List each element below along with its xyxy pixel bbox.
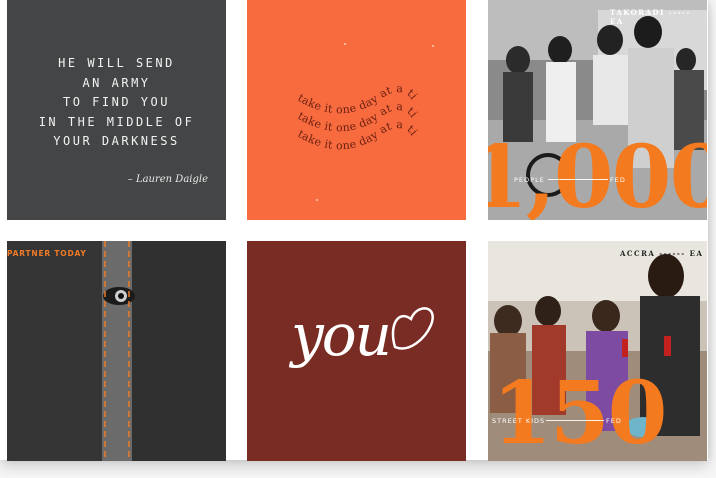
partner-label: PARTNER TODAY bbox=[7, 249, 87, 258]
grid-post-you[interactable]: you bbox=[247, 241, 466, 461]
you-script: you bbox=[291, 301, 392, 369]
impact-number: 150 bbox=[492, 363, 668, 461]
divider-line bbox=[548, 179, 608, 180]
heart-icon bbox=[391, 307, 434, 350]
location-label: TAKORADI ----- EA bbox=[610, 8, 691, 26]
impact-label-right: FED bbox=[610, 176, 626, 184]
divider-line bbox=[546, 420, 604, 421]
grid-post-takoradi[interactable]: TAKORADI ----- EA 1,000 PEOPLE FED bbox=[488, 0, 707, 220]
grid-post-partner[interactable]: PARTNER TODAY bbox=[7, 241, 226, 461]
grid-post-accra[interactable]: ACCRA ------ EA 150 STREET KIDS FED bbox=[488, 241, 707, 461]
quote-text: HE WILL SEND AN ARMY TO FIND YOU IN THE … bbox=[38, 56, 195, 148]
impact-label-left: STREET KIDS bbox=[492, 417, 546, 425]
quote-author: – Lauren Daigle bbox=[127, 174, 208, 185]
wave-line-1: take it one day at a time bbox=[247, 0, 420, 116]
instagram-grid: HE WILL SEND AN ARMY TO FIND YOU IN THE … bbox=[0, 0, 708, 461]
grid-post-one-day[interactable]: take it one day at a time take it one da… bbox=[247, 0, 466, 220]
eye-photo bbox=[7, 241, 226, 461]
grid-post-quote[interactable]: HE WILL SEND AN ARMY TO FIND YOU IN THE … bbox=[7, 0, 226, 220]
location-label: ACCRA ------ EA bbox=[620, 249, 704, 258]
impact-label-right: FED bbox=[606, 417, 622, 425]
wave-text-graphic: take it one day at a time take it one da… bbox=[247, 0, 434, 201]
impact-label-left: PEOPLE bbox=[514, 176, 545, 184]
